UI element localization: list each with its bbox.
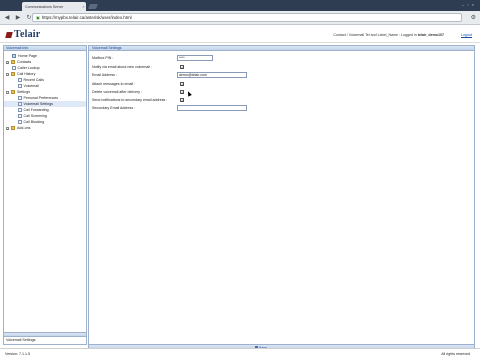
logout-link[interactable]: Logout [461, 33, 472, 37]
page-icon [12, 66, 16, 70]
nav-item-label: Settings [17, 90, 30, 94]
page-icon [18, 108, 22, 112]
settings-panel-header: Voicemail Settings [89, 46, 474, 51]
form-row-delete-after-delivery: Delete voicemail after delivery : ✓ [92, 89, 352, 97]
folder-icon [11, 90, 15, 94]
secondary-email-field[interactable] [177, 105, 247, 111]
collapse-icon[interactable]: − [6, 90, 9, 94]
page-icon [18, 102, 22, 106]
field-label: Notify via email about new voicemail : [92, 65, 152, 69]
expand-icon[interactable]: + [6, 60, 9, 64]
home-icon [12, 54, 16, 58]
current-page-label: Voicemail Settings [6, 338, 36, 342]
field-label: Mailbox PIN : [92, 56, 114, 60]
field-label: Secondary Email Address : [92, 106, 136, 110]
maximize-icon[interactable]: ▫ [467, 2, 468, 7]
browser-tabstrip: Communications Server × – ▫ × [0, 0, 480, 11]
user-info: Contact / Voicemail Tel and Label_Name :… [333, 33, 444, 37]
telair-logo: Telair [5, 29, 41, 40]
address-bar[interactable]: ▣ https://mypbx.telair.ca/asterisk/user/… [32, 13, 462, 22]
form-row-secondary-notify: Send notifications to secondary email ad… [92, 97, 352, 104]
field-label: Attach messages to email : [92, 82, 136, 86]
minimize-icon[interactable]: – [462, 2, 464, 7]
app-header: Telair Contact / Voicemail Tel and Label… [0, 26, 480, 43]
delete-after-delivery-checkbox[interactable]: ✓ [180, 90, 184, 95]
navigation-panel-footer: Voicemail Settings [4, 332, 86, 344]
folder-icon [11, 60, 15, 64]
form-row-secondary-email: Secondary Email Address : [92, 105, 352, 112]
status-bar: Version: 7.1.1.5 All rights reserved [0, 348, 480, 360]
nav-item-label: Add-ons [17, 126, 31, 130]
collapse-icon[interactable]: − [6, 72, 9, 76]
nav-item-label: Call Forwarding [23, 108, 49, 112]
nav-item-label: Contacts [17, 60, 32, 64]
address-url: https://mypbx.telair.ca/asterisk/user/in… [41, 15, 132, 20]
folder-icon [11, 72, 15, 76]
nav-item-label: Voicemail [23, 84, 39, 88]
mailbox-pin-field[interactable]: **** [177, 55, 213, 61]
back-icon[interactable]: ◀ [3, 14, 11, 22]
lock-icon: ▣ [36, 15, 40, 20]
close-window-icon[interactable]: × [472, 2, 474, 7]
notify-email-checkbox[interactable]: ✓ [180, 65, 184, 70]
browser-toolbar: ◀ ▶ ↻ ▣ https://mypbx.telair.ca/asterisk… [0, 11, 480, 25]
nav-item-label: Home Page [18, 54, 37, 58]
user-info-prefix: Contact / Voicemail Tel and Label_Name :… [333, 33, 418, 37]
forward-icon[interactable]: ▶ [14, 14, 22, 22]
browser-tab[interactable]: Communications Server × [22, 2, 86, 11]
settings-panel: Voicemail Settings Mailbox PIN : **** No… [88, 45, 475, 350]
logo-mark-icon [5, 31, 13, 38]
nav-item-label: Personal Preferences [23, 96, 59, 100]
version-label: Version: 7.1.1.5 [5, 352, 30, 356]
navigation-panel: Voicemail Info Home Page + Contacts Call… [3, 45, 87, 345]
logo-text: Telair [14, 29, 41, 40]
new-tab-button[interactable] [88, 4, 98, 9]
user-name: telair_demo107 [417, 33, 444, 37]
page-icon [18, 114, 22, 118]
email-address-field[interactable]: demo@telair.com [177, 72, 247, 78]
browser-tab-title: Communications Server [25, 4, 64, 9]
secondary-notify-checkbox[interactable]: ✓ [180, 98, 184, 103]
navigation-panel-header: Voicemail Info [4, 46, 86, 51]
field-label: Email Address : [92, 73, 117, 77]
rights-label: All rights reserved [441, 352, 470, 356]
page-icon [18, 78, 22, 82]
nav-item-label: Call Blocking [23, 120, 45, 124]
nav-item-label: Voicemail Settings [23, 102, 53, 106]
nav-item-add-ons[interactable]: + Add-ons [6, 125, 30, 131]
form-row-mailbox-pin: Mailbox PIN : **** [92, 55, 352, 62]
page-icon [18, 120, 22, 124]
nav-item-label: Call Screening [23, 114, 47, 118]
nav-item-label: Caller Lookup [17, 66, 40, 70]
attach-messages-checkbox[interactable]: ✓ [180, 82, 184, 87]
tab-close-icon[interactable]: × [81, 4, 86, 9]
form-row-attach-messages: Attach messages to email : ✓ [92, 81, 352, 88]
nav-item-label: Recent Calls [23, 78, 44, 82]
field-label: Send notifications to secondary email ad… [92, 98, 168, 102]
window-controls: – ▫ × [462, 2, 474, 7]
screen: Communications Server × – ▫ × ◀ ▶ ↻ ▣ ht… [0, 0, 480, 360]
page-icon [18, 84, 22, 88]
nav-item-label: Call History [17, 72, 36, 76]
field-label: Delete voicemail after delivery : [92, 90, 142, 94]
expand-icon[interactable]: + [6, 126, 9, 130]
mouse-cursor-icon [186, 90, 192, 97]
wrench-menu-icon[interactable]: ⚙ [471, 14, 476, 21]
folder-icon [11, 126, 15, 130]
form-row-email-address: Email Address : demo@telair.com [92, 72, 352, 79]
page-icon [18, 96, 22, 100]
form-row-notify-email: Notify via email about new voicemail : ✓ [92, 64, 352, 71]
